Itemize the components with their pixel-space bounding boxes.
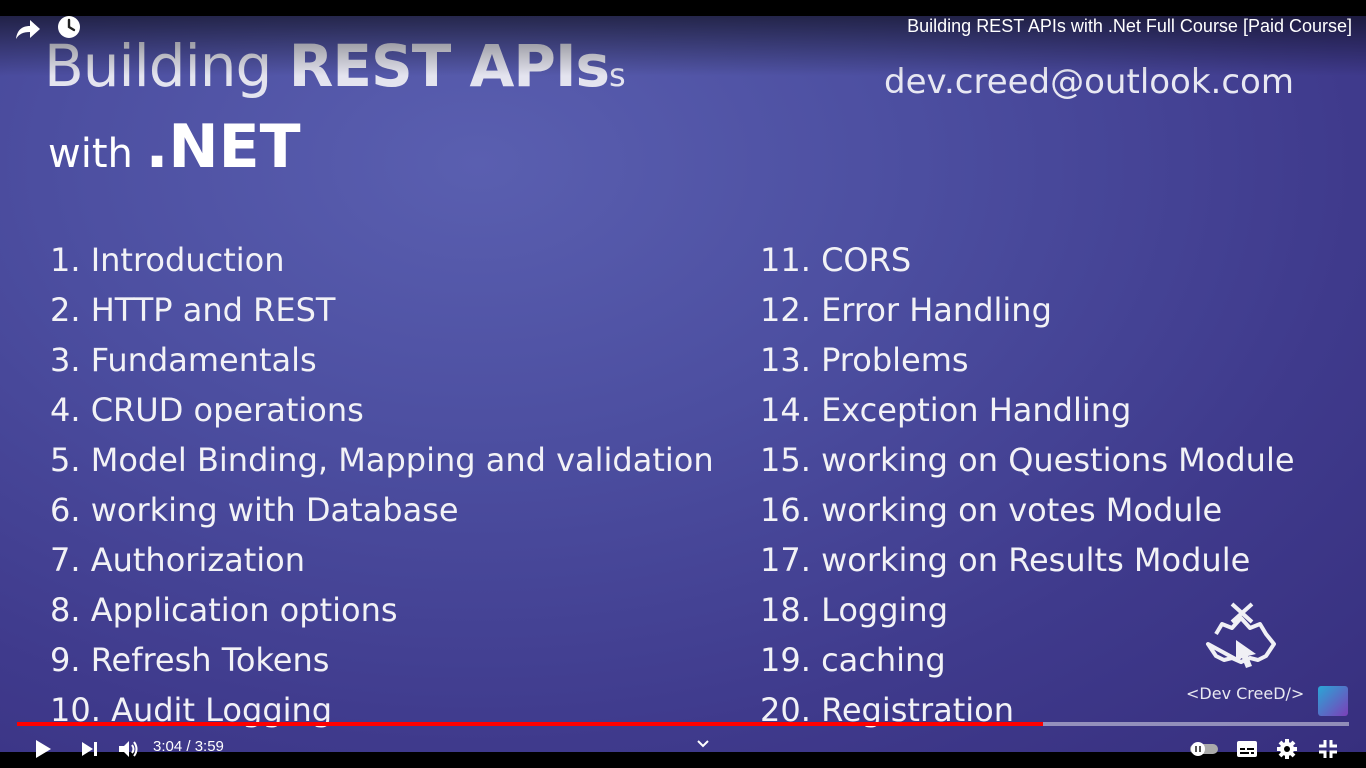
exit-fullscreen-icon[interactable] (1315, 736, 1341, 762)
topic-item: 13. Problems (760, 341, 969, 379)
video-frame[interactable]: Building REST APIss with .NET dev.creed@… (0, 16, 1366, 752)
chevron-down-icon[interactable] (693, 734, 713, 754)
topic-item: 12. Error Handling (760, 291, 1052, 329)
play-icon[interactable] (30, 736, 56, 762)
topic-item: 11. CORS (760, 241, 912, 279)
channel-watermark-icon[interactable] (1318, 686, 1348, 716)
topic-item: 9. Refresh Tokens (50, 641, 330, 679)
slide-title-with: with (48, 131, 146, 177)
player-controls: 3:04 / 3:59 (0, 730, 1366, 768)
topic-item: 8. Application options (50, 591, 398, 629)
topic-item: 5. Model Binding, Mapping and validation (50, 441, 714, 479)
topic-item: 16. working on votes Module (760, 491, 1223, 529)
topic-item: 1. Introduction (50, 241, 285, 279)
topic-item: 6. working with Database (50, 491, 459, 529)
topic-item: 3. Fundamentals (50, 341, 317, 379)
slide-title-net: .NET (145, 112, 301, 182)
logo-text: <Dev CreeD/> (1186, 684, 1305, 703)
subtitles-icon[interactable] (1234, 736, 1260, 762)
share-icon[interactable] (14, 16, 42, 42)
progress-bar[interactable] (17, 722, 1349, 726)
gear-icon[interactable] (1274, 736, 1300, 762)
next-icon[interactable] (78, 736, 102, 762)
cursor-logo-icon (1206, 602, 1276, 668)
topic-item: 7. Authorization (50, 541, 306, 579)
topic-item: 14. Exception Handling (760, 391, 1132, 429)
channel-logo: <Dev CreeD/> (1186, 600, 1305, 703)
topic-item: 4. CRUD operations (50, 391, 364, 429)
video-title[interactable]: Building REST APIs with .Net Full Course… (907, 16, 1352, 37)
slide-subtitle: with .NET (48, 112, 301, 182)
topic-item: 2. HTTP and REST (50, 291, 336, 329)
player-top-bar: Building REST APIs with .Net Full Course… (0, 16, 1366, 76)
topics-list-left: 1. Introduction 2. HTTP and REST 3. Fund… (50, 238, 714, 738)
topic-item: 15. working on Questions Module (760, 441, 1295, 479)
progress-bar-played (17, 722, 1043, 726)
volume-icon[interactable] (116, 736, 142, 762)
clock-icon[interactable] (56, 16, 82, 40)
autoplay-toggle-icon[interactable] (1186, 736, 1222, 762)
topic-item: 17. working on Results Module (760, 541, 1251, 579)
time-display: 3:04 / 3:59 (153, 738, 224, 755)
